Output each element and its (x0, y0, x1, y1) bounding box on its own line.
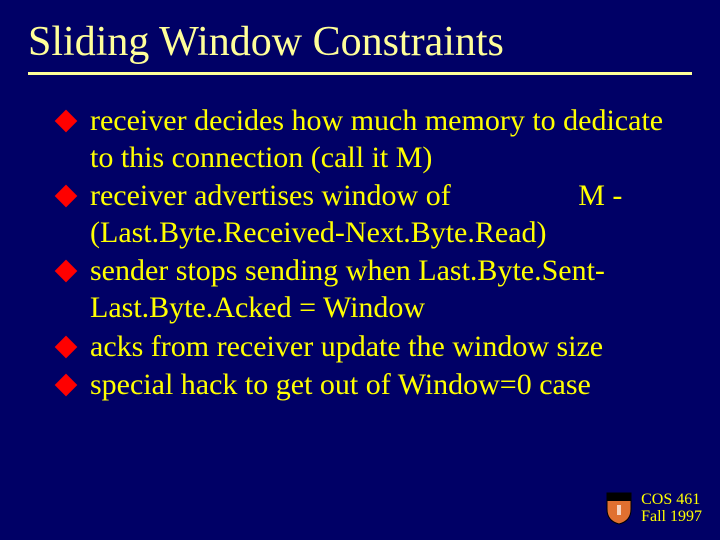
list-item: acks from receiver update the window siz… (90, 329, 672, 366)
list-item: special hack to get out of Window=0 case (90, 367, 672, 404)
bullet-text: special hack to get out of Window=0 case (90, 368, 591, 401)
bullet-list: receiver decides how much memory to dedi… (28, 103, 692, 404)
bullet-text: receiver decides how much memory to dedi… (90, 104, 663, 174)
diamond-bullet-icon (55, 185, 78, 208)
list-item: receiver advertises window of M -(Last.B… (90, 178, 672, 251)
footer-text: COS 461 Fall 1997 (641, 491, 702, 526)
diamond-bullet-icon (55, 260, 78, 283)
footer-term: Fall 1997 (641, 508, 702, 526)
diamond-bullet-icon (55, 374, 78, 397)
bullet-text: receiver advertises window of M -(Last.B… (90, 179, 622, 249)
slide-title: Sliding Window Constraints (28, 18, 692, 75)
slide-footer: COS 461 Fall 1997 (605, 491, 702, 526)
diamond-bullet-icon (55, 335, 78, 358)
list-item: sender stops sending when Last.Byte.Sent… (90, 253, 672, 326)
list-item: receiver decides how much memory to dedi… (90, 103, 672, 176)
slide: Sliding Window Constraints receiver deci… (0, 0, 720, 540)
bullet-text: acks from receiver update the window siz… (90, 330, 603, 363)
bullet-text: sender stops sending when Last.Byte.Sent… (90, 254, 605, 324)
footer-course: COS 461 (641, 491, 702, 509)
shield-logo-icon (605, 491, 633, 525)
diamond-bullet-icon (55, 110, 78, 133)
